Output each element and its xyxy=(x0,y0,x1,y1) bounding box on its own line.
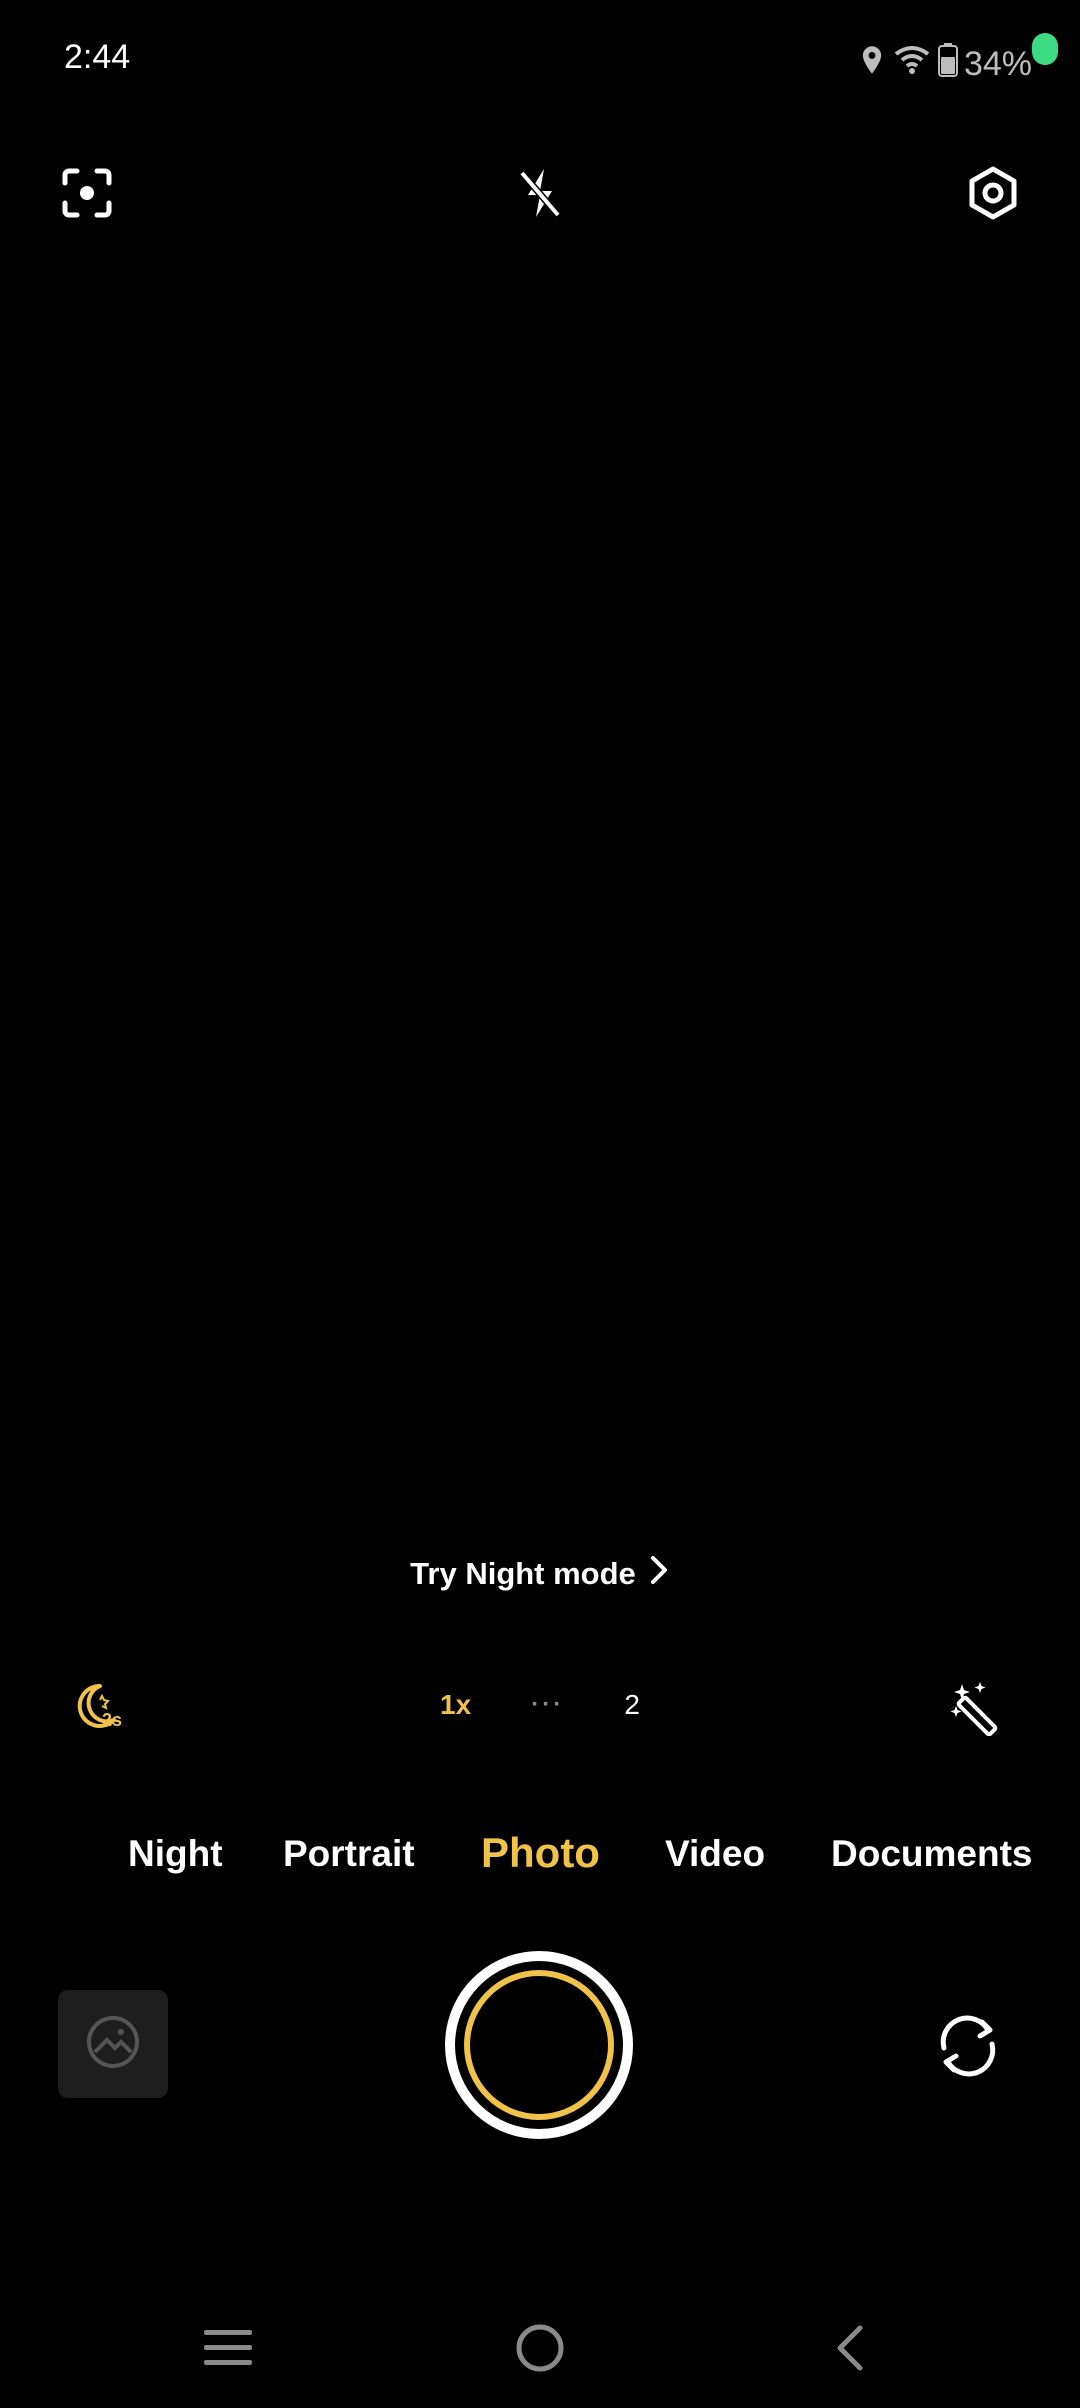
mode-documents[interactable]: Documents xyxy=(831,1833,1032,1875)
shutter-button[interactable] xyxy=(445,1951,633,2139)
battery-percent: 34% xyxy=(963,32,1058,84)
night-hint-label: Try Night mode xyxy=(410,1556,636,1591)
zoom-1x-button[interactable]: 1x xyxy=(440,1689,471,1721)
zoom-selector: 1x ··· 2 xyxy=(440,1680,640,1730)
menu-icon xyxy=(202,2326,254,2375)
flash-button[interactable] xyxy=(505,160,575,230)
gallery-icon xyxy=(85,2014,141,2075)
mode-portrait[interactable]: Portrait xyxy=(283,1833,415,1875)
status-icons: 34% xyxy=(858,32,1058,92)
location-icon xyxy=(858,44,886,84)
beauty-button[interactable] xyxy=(950,1680,1008,1737)
scan-button[interactable] xyxy=(52,160,122,230)
scan-icon xyxy=(61,167,113,224)
gallery-thumbnail[interactable] xyxy=(58,1990,168,2098)
back-button[interactable] xyxy=(822,2320,878,2380)
night-mode-hint[interactable]: Try Night mode xyxy=(0,1555,1080,1593)
mode-night[interactable]: Night xyxy=(128,1833,223,1875)
battery-percent-label: 34% xyxy=(963,44,1032,83)
night-timer-button[interactable]: 2s xyxy=(70,1680,130,1736)
wifi-icon xyxy=(892,44,932,84)
night-timer-badge: 2s xyxy=(102,1710,123,1730)
mode-photo[interactable]: Photo xyxy=(481,1829,600,1877)
magic-wand-icon xyxy=(950,1682,1008,1740)
zoom-dots: ··· xyxy=(531,1691,565,1718)
camera-screen: 2:44 34% Try Night mode 2s 1x ··· 2 Nigh… xyxy=(0,0,1080,2408)
battery-icon xyxy=(937,43,958,85)
settings-icon xyxy=(967,166,1019,225)
chevron-right-icon xyxy=(648,1555,670,1593)
mode-video[interactable]: Video xyxy=(665,1833,765,1875)
back-icon xyxy=(830,2322,870,2379)
zoom-2x-button[interactable]: 2 xyxy=(624,1689,640,1721)
recent-apps-button[interactable] xyxy=(200,2320,256,2380)
home-button[interactable] xyxy=(512,2320,568,2380)
mode-selector: Night Portrait Photo Video Documents xyxy=(0,1825,1080,1885)
shutter-inner-ring xyxy=(464,1970,614,2120)
flip-camera-icon xyxy=(930,2008,1006,2089)
flip-camera-button[interactable] xyxy=(930,2010,1006,2086)
privacy-indicator xyxy=(1032,32,1058,65)
flash-off-icon xyxy=(514,165,566,226)
home-icon xyxy=(514,2322,566,2379)
status-time: 2:44 xyxy=(64,38,131,76)
settings-button[interactable] xyxy=(958,160,1028,230)
